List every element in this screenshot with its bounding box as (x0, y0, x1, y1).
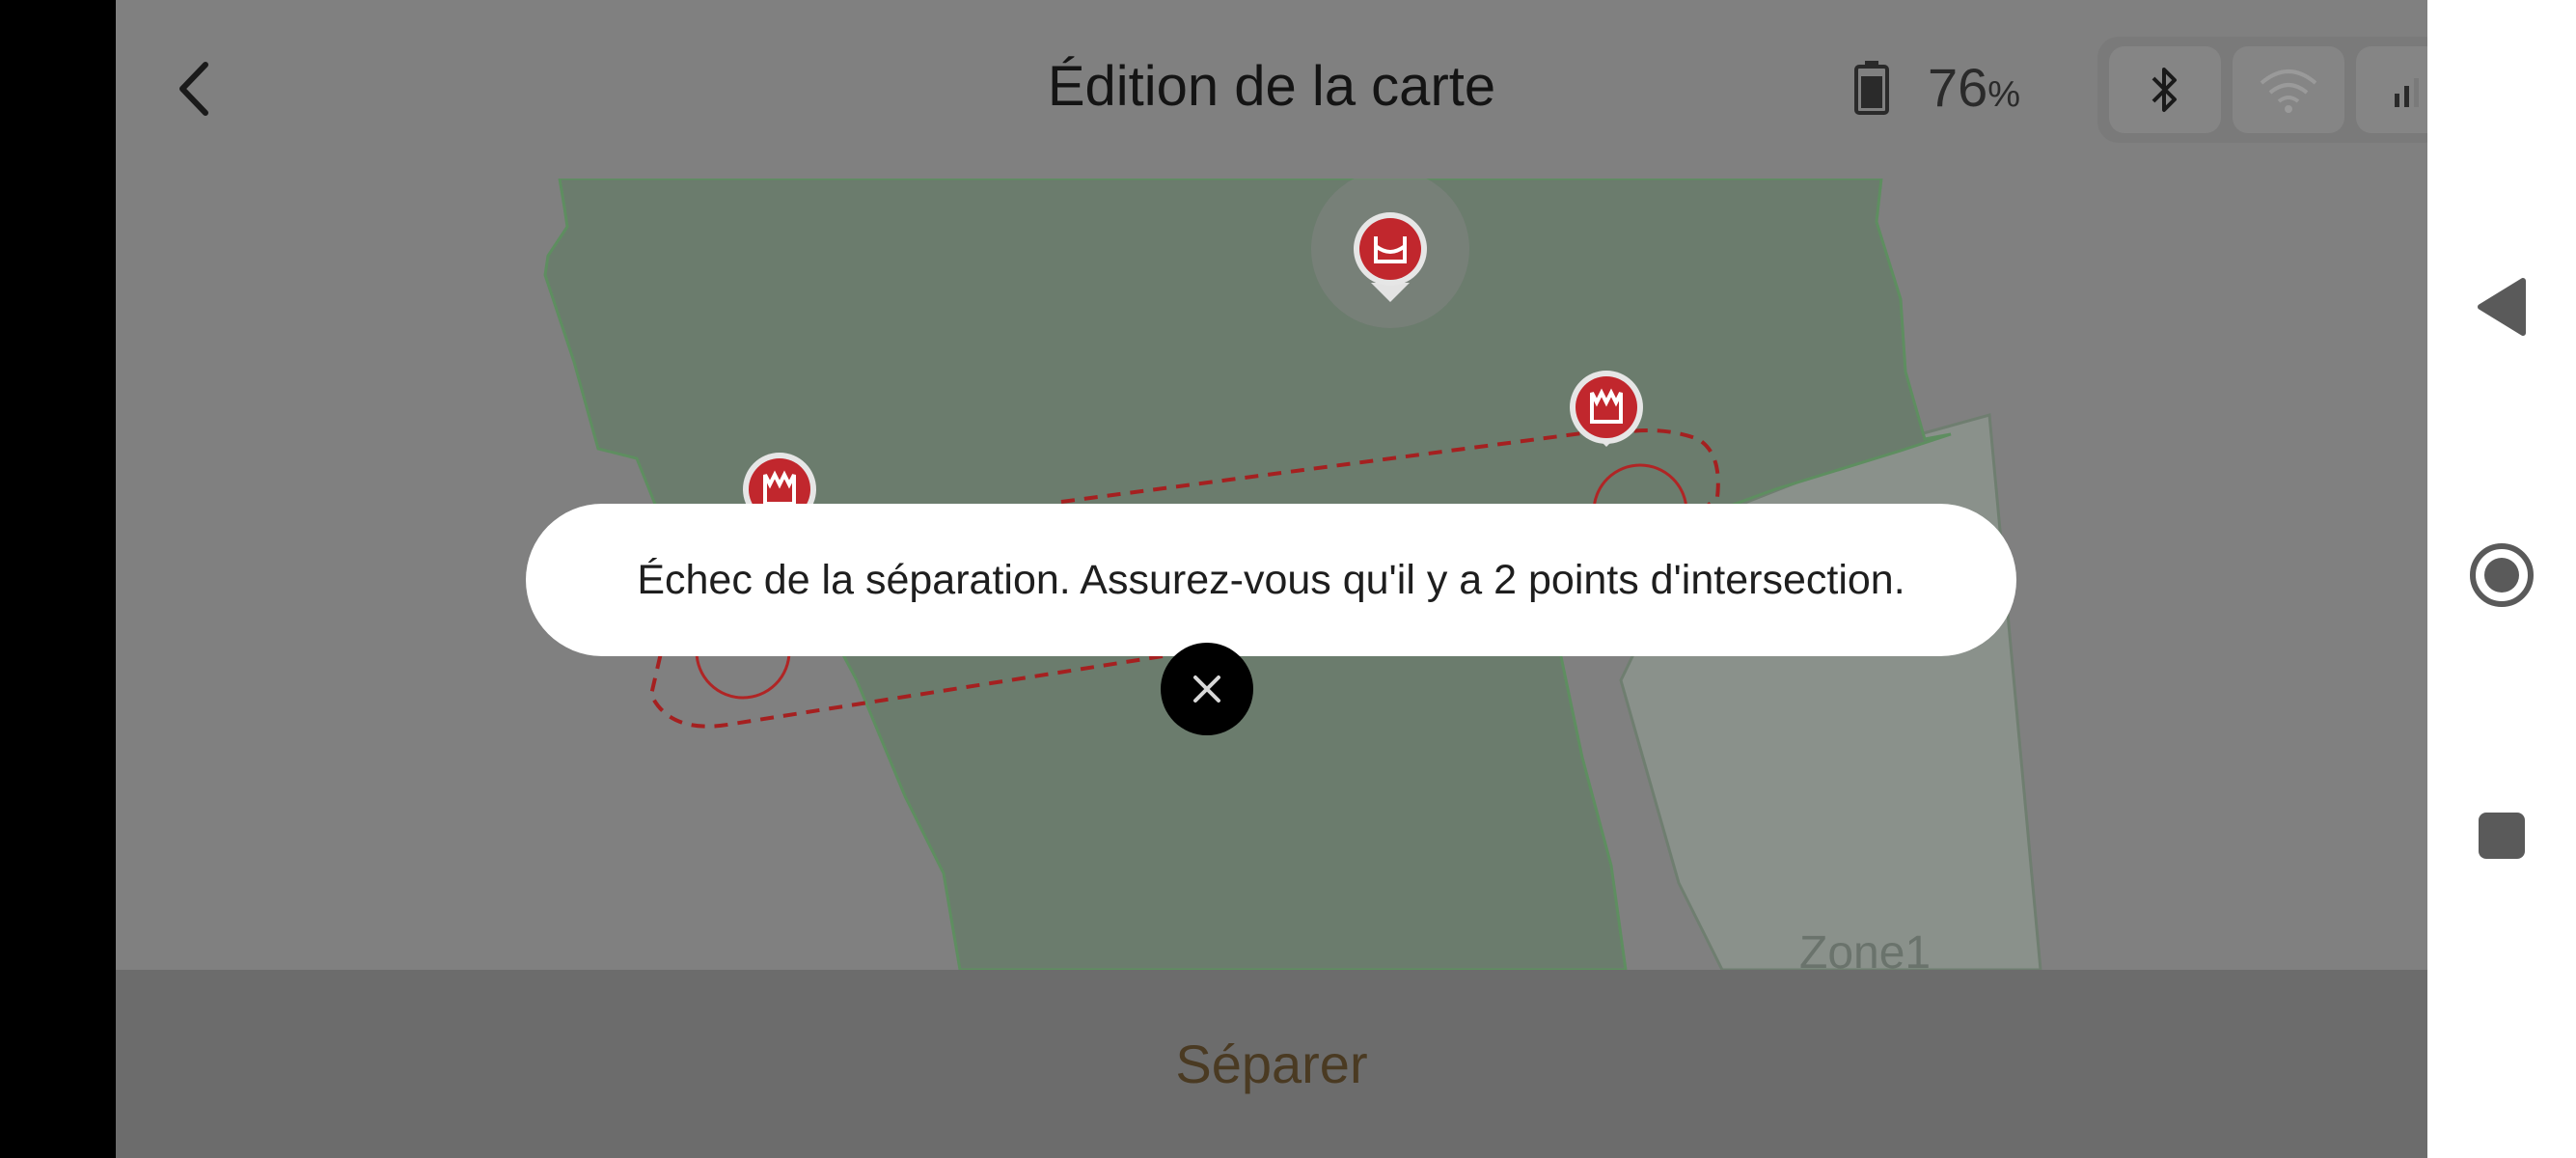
left-bezel (0, 0, 116, 1158)
page-title: Édition de la carte (1047, 55, 1496, 118)
square-recents-icon (2479, 813, 2525, 859)
map-editor-screen: Zone1 Édition de la carte 76% Échec de l… (116, 0, 2427, 1158)
home-circle-icon (2470, 543, 2534, 607)
battery-icon (1854, 60, 1889, 115)
wifi-icon (2260, 69, 2317, 113)
bluetooth-icon (2151, 68, 2177, 112)
bluetooth-chip[interactable] (2109, 46, 2221, 133)
bottom-action-bar: Séparer (116, 970, 2427, 1158)
nav-back-button[interactable] (2427, 275, 2576, 339)
triangle-back-icon (2478, 278, 2526, 336)
close-icon (1193, 676, 1220, 703)
close-button[interactable] (1161, 643, 1253, 735)
system-nav-bar (2427, 0, 2576, 1158)
nav-recents-button[interactable] (2427, 811, 2576, 861)
nav-home-button[interactable] (2427, 540, 2576, 610)
header-bar: Édition de la carte 76% (116, 0, 2427, 179)
battery-status: 76% (1852, 56, 2020, 119)
connectivity-status (2097, 37, 2427, 143)
separate-button[interactable]: Séparer (116, 970, 2427, 1158)
wifi-chip[interactable] (2233, 46, 2344, 133)
signal-icon (2395, 78, 2419, 107)
error-toast: Échec de la séparation. Assurez-vous qu'… (526, 504, 2016, 656)
battery-percent: 76% (1928, 57, 2021, 118)
signal-chip[interactable] (2356, 46, 2427, 133)
